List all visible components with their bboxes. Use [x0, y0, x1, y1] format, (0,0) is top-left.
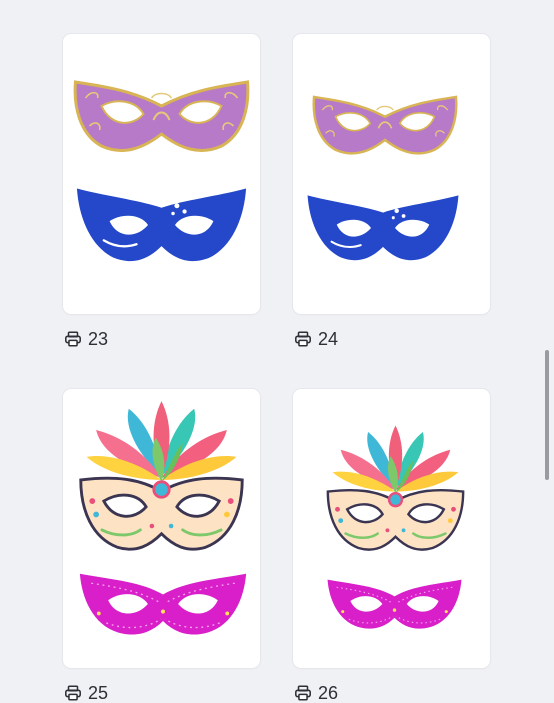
mask-preview-image: [326, 425, 465, 630]
template-card-1[interactable]: [63, 34, 260, 314]
mask-preview-image: [73, 80, 250, 263]
page-scrollbar[interactable]: [545, 350, 549, 480]
print-count-value: 26: [318, 683, 339, 703]
printer-icon: [295, 685, 311, 701]
print-count-value: 24: [318, 329, 339, 349]
printer-icon: [65, 685, 81, 701]
template-card-3[interactable]: [63, 389, 260, 668]
print-count: 25: [64, 684, 108, 702]
printer-icon: [65, 331, 81, 347]
print-count: 26: [294, 684, 338, 702]
print-count-value: 25: [88, 683, 109, 703]
mask-preview-image: [306, 95, 460, 262]
template-card-4[interactable]: [293, 389, 490, 668]
template-card-2[interactable]: [293, 34, 490, 314]
mask-preview-image: [79, 401, 247, 636]
print-count: 24: [294, 330, 338, 348]
printer-icon: [295, 331, 311, 347]
print-count-value: 23: [88, 329, 109, 349]
print-count: 23: [64, 330, 108, 348]
